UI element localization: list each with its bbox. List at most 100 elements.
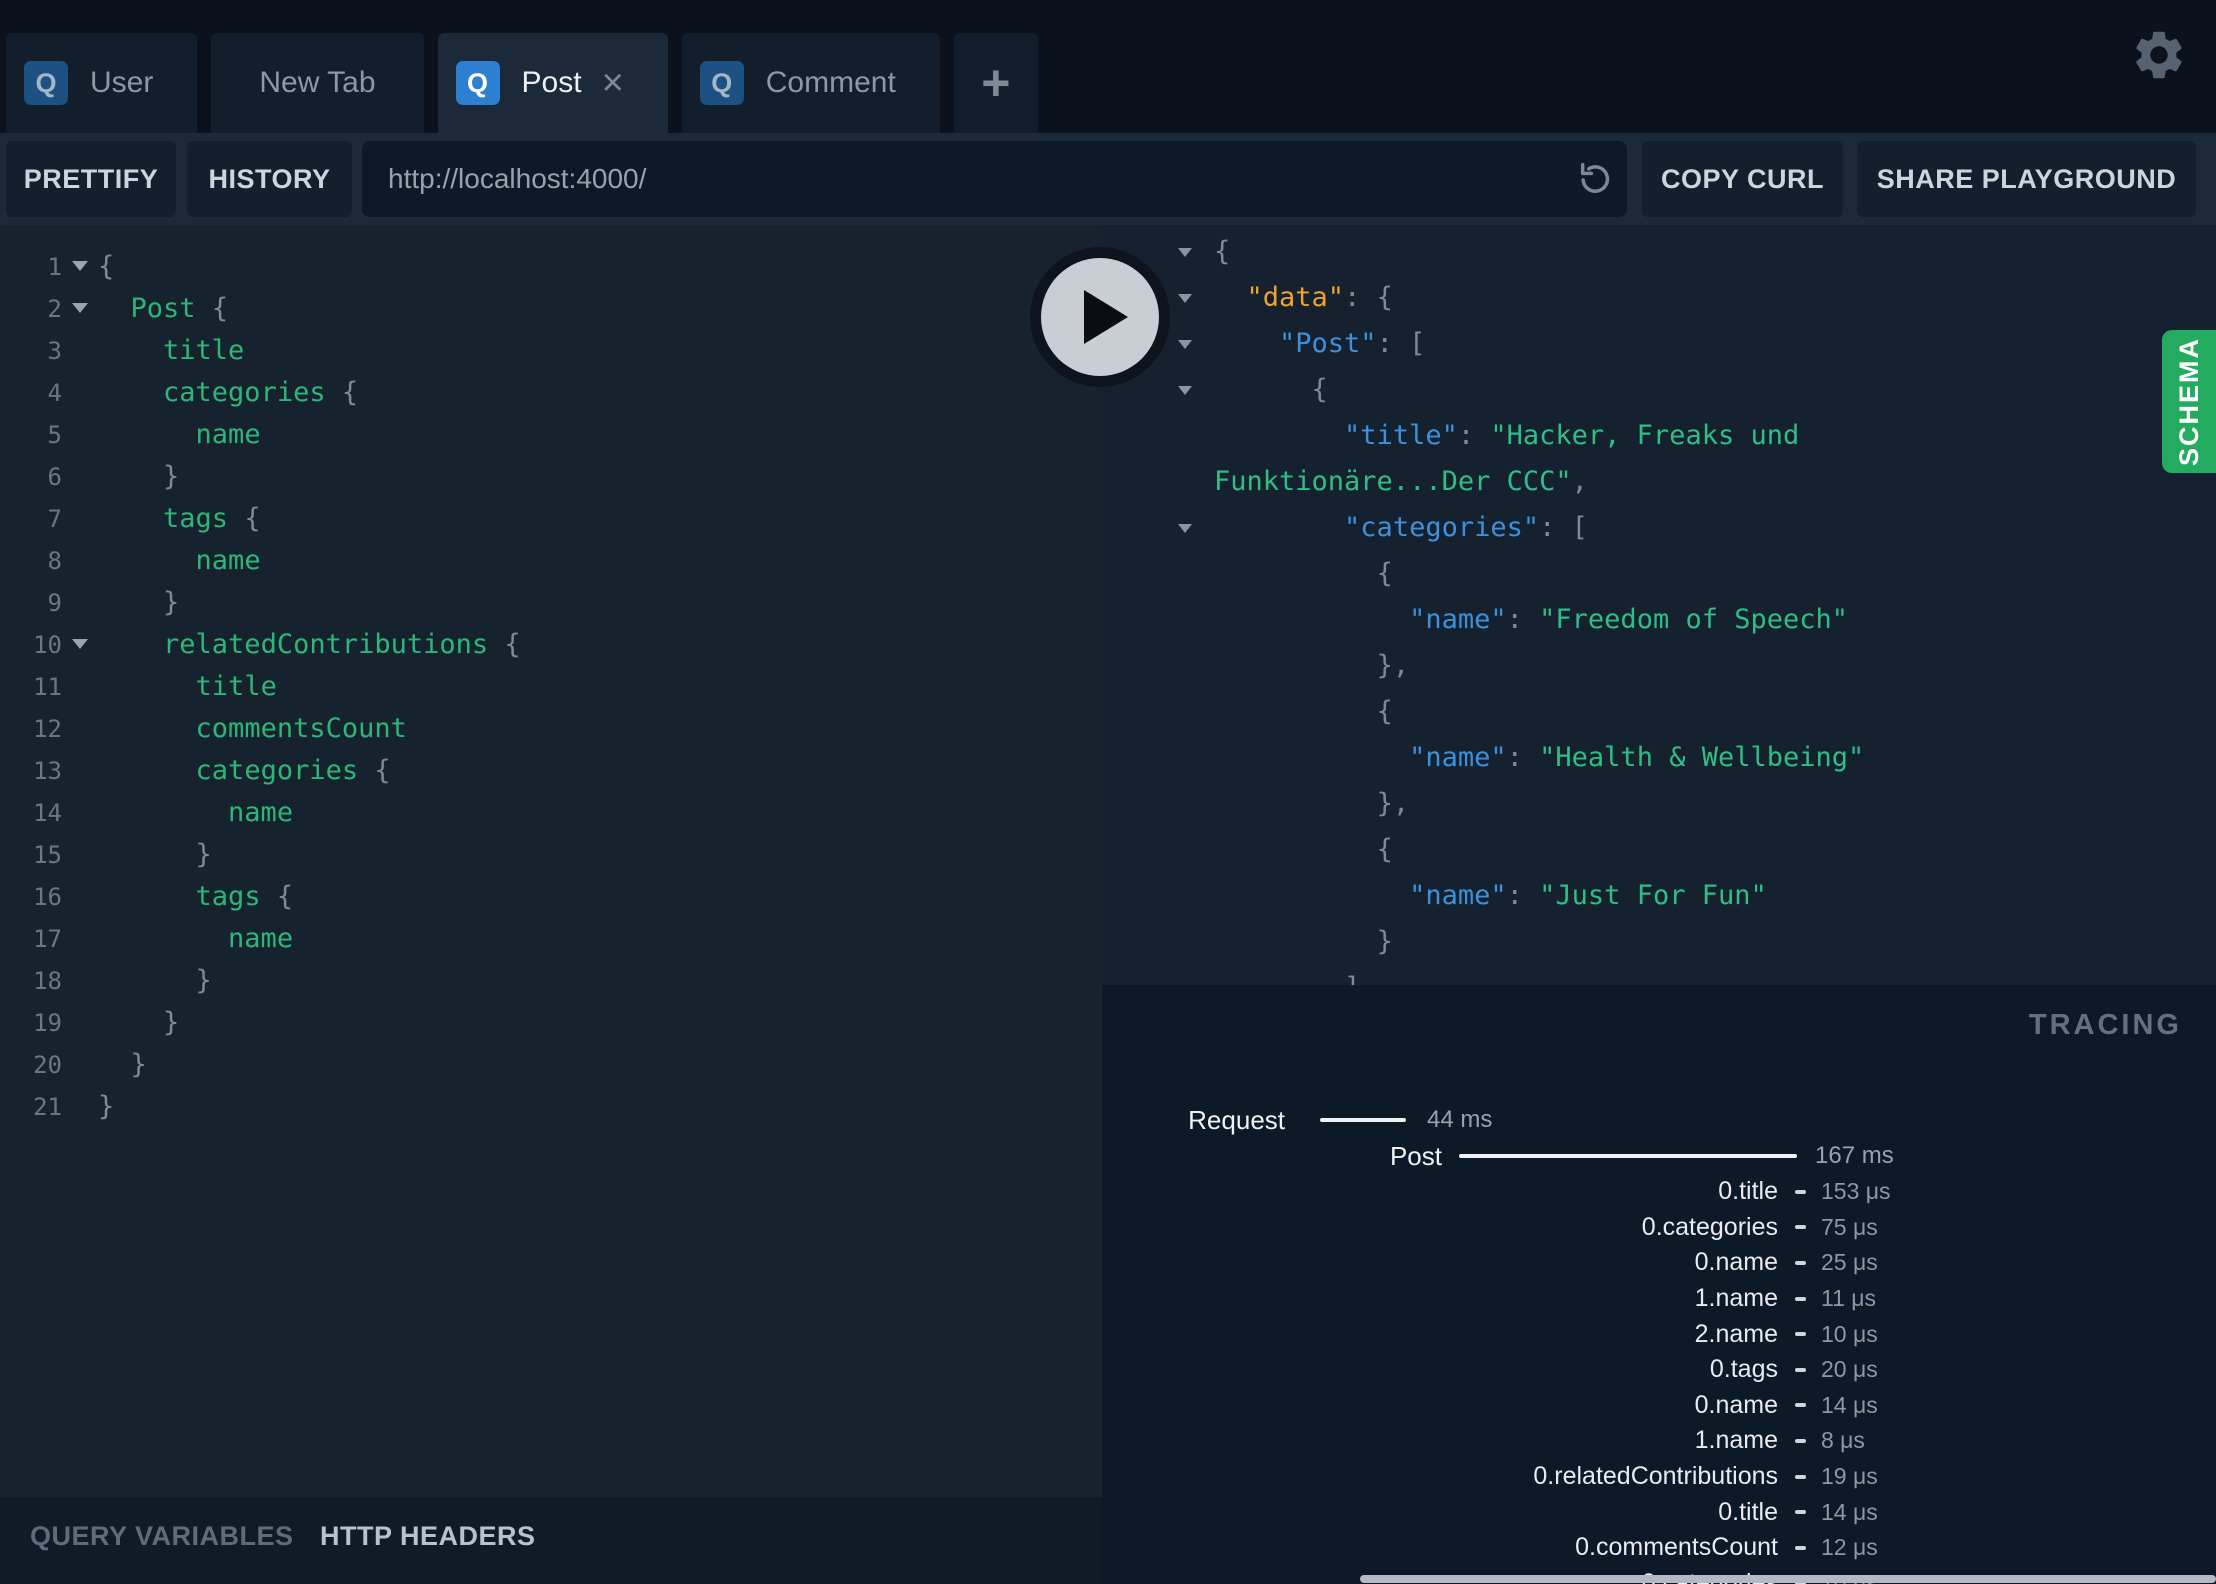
line-number: 14 <box>33 799 62 827</box>
fold-arrow-icon[interactable] <box>1178 367 1192 413</box>
query-pane: 1{2 Post {3 title 4 categories {5 name 6 }… <box>0 225 1102 1584</box>
trace-span-label: Post <box>1389 1141 1442 1171</box>
tab-strip: Q User New Tab Q Post × Q Comment + <box>6 33 1038 133</box>
tab-comment[interactable]: Q Comment <box>681 33 940 133</box>
trace-field-row: 1.name 8 μs <box>1102 1423 2216 1459</box>
settings-button[interactable] <box>2130 26 2188 84</box>
fold-arrow-icon[interactable] <box>1178 505 1192 551</box>
line-number: 10 <box>33 631 62 659</box>
duration-dash <box>1795 1225 1806 1230</box>
copy-curl-button[interactable]: COPY CURL <box>1642 141 1843 217</box>
trace-field-duration: 25 μs <box>1821 1249 1878 1276</box>
new-tab-button[interactable]: + <box>953 33 1038 133</box>
trace-field-name: 0.relatedContributions <box>1533 1462 1778 1491</box>
schema-tab-label: SCHEMA <box>2173 336 2204 466</box>
line-number: 17 <box>33 925 62 953</box>
tab-bar: Q User New Tab Q Post × Q Comment + <box>0 0 2216 133</box>
duration-dash <box>1795 1510 1806 1515</box>
gear-icon <box>2136 31 2182 79</box>
share-playground-button[interactable]: SHARE PLAYGROUND <box>1857 141 2196 217</box>
fold-arrow-icon[interactable] <box>62 624 98 666</box>
response-line: { <box>1376 834 1393 865</box>
line-number: 2 <box>47 295 62 323</box>
close-icon[interactable]: × <box>602 64 624 102</box>
trace-field-duration: 10 μs <box>1821 1320 1878 1347</box>
code-line: 5 name <box>0 414 1102 456</box>
tracing-panel: TRACING Request 44 ms Post 167 ms 0.title 153… <box>1102 985 2216 1584</box>
duration-dash <box>1795 1438 1806 1443</box>
execute-query-button[interactable] <box>1030 247 1170 387</box>
tracing-toggle[interactable]: TRACING <box>2029 1009 2182 1042</box>
trace-field-name: 0.title <box>1718 1177 1778 1206</box>
trace-span-label: Request <box>1188 1105 1285 1135</box>
code-line: 19 } <box>0 1002 1102 1044</box>
line-number: 7 <box>47 505 62 533</box>
fold-arrow-icon[interactable] <box>1178 321 1192 367</box>
trace-field-duration: 8 μs <box>1821 1427 1865 1454</box>
code-line: 13 categories { <box>0 750 1102 792</box>
toolbar: PRETTIFY HISTORY COPY CURL SHARE PLAYGRO… <box>0 133 2216 225</box>
trace-span-row: Post 167 ms <box>1102 1138 2216 1174</box>
duration-dash <box>1795 1189 1806 1194</box>
line-number: 1 <box>47 253 62 281</box>
trace-field-duration: 14 μs <box>1821 1391 1878 1418</box>
query-badge-icon: Q <box>699 61 744 105</box>
code-line: 14 name <box>0 792 1102 834</box>
tab-post[interactable]: Q Post × <box>437 33 668 133</box>
trace-field-name: 1.name <box>1694 1426 1778 1455</box>
line-number: 13 <box>33 757 62 785</box>
response-line: "title": "Hacker, Freaks und <box>1344 420 1800 451</box>
line-number: 4 <box>47 379 62 407</box>
line-number: 9 <box>47 589 62 617</box>
trace-field-row: 0.tags 20 μs <box>1102 1352 2216 1388</box>
trace-span-duration: 44 ms <box>1427 1106 1493 1133</box>
line-number: 8 <box>47 547 62 575</box>
line-number: 6 <box>47 463 62 491</box>
query-editor[interactable]: 1{2 Post {3 title 4 categories {5 name 6 }… <box>0 225 1102 1497</box>
trace-field-row: 0.title 153 μs <box>1102 1174 2216 1210</box>
code-line: 12 commentsCount <box>0 708 1102 750</box>
response-pane: { "data": { "Post": [ { "title": "Hacker… <box>1102 225 2216 1584</box>
response-line: "name": "Freedom of Speech" <box>1409 604 1849 635</box>
tab-http-headers[interactable]: HTTP HEADERS <box>320 1521 536 1552</box>
query-badge-icon: Q <box>455 61 500 105</box>
plus-icon: + <box>981 55 1011 111</box>
trace-field-row: 0.title 14 μs <box>1102 1494 2216 1530</box>
play-icon <box>1084 290 1128 344</box>
trace-field-name: 0.commentsCount <box>1575 1533 1778 1562</box>
response-line: }, <box>1376 788 1410 819</box>
duration-dash <box>1795 1545 1806 1550</box>
reload-schema-button[interactable] <box>1575 159 1615 199</box>
trace-field-duration: 75 μs <box>1821 1213 1878 1240</box>
line-number: 20 <box>33 1051 62 1079</box>
tab-new-tab[interactable]: New Tab <box>211 33 424 133</box>
history-button[interactable]: HISTORY <box>187 141 352 217</box>
line-number: 16 <box>33 883 62 911</box>
code-line: 2 Post { <box>0 288 1102 330</box>
trace-field-row: 1.name 11 μs <box>1102 1281 2216 1317</box>
response-line: { <box>1376 558 1393 589</box>
line-number: 19 <box>33 1009 62 1037</box>
response-line: "Post": [ <box>1102 321 2216 367</box>
tab-user[interactable]: Q User <box>6 33 198 133</box>
fold-arrow-icon[interactable] <box>1178 229 1192 275</box>
fold-arrow-icon[interactable] <box>62 246 98 288</box>
response-line: { <box>1102 229 2216 275</box>
fold-arrow-icon[interactable] <box>1178 275 1192 321</box>
schema-side-tab[interactable]: SCHEMA <box>2162 330 2216 473</box>
code-line: 17 name <box>0 918 1102 960</box>
endpoint-url-input[interactable] <box>362 141 1627 217</box>
line-number: 12 <box>33 715 62 743</box>
code-line: 3 title <box>0 330 1102 372</box>
prettify-button[interactable]: PRETTIFY <box>6 141 176 217</box>
line-number: 21 <box>33 1093 62 1121</box>
tab-query-variables[interactable]: QUERY VARIABLES <box>30 1521 294 1552</box>
fold-arrow-icon[interactable] <box>62 288 98 330</box>
trace-field-row: 0.commentsCount 12 μs <box>1102 1530 2216 1566</box>
code-line: 6 } <box>0 456 1102 498</box>
trace-field-duration: 19 μs <box>1821 1463 1878 1490</box>
variables-headers-bar: QUERY VARIABLES HTTP HEADERS <box>0 1497 1102 1584</box>
code-line: 20 } <box>0 1044 1102 1086</box>
code-line: 18 } <box>0 960 1102 1002</box>
horizontal-scrollbar[interactable] <box>1360 1575 2216 1583</box>
